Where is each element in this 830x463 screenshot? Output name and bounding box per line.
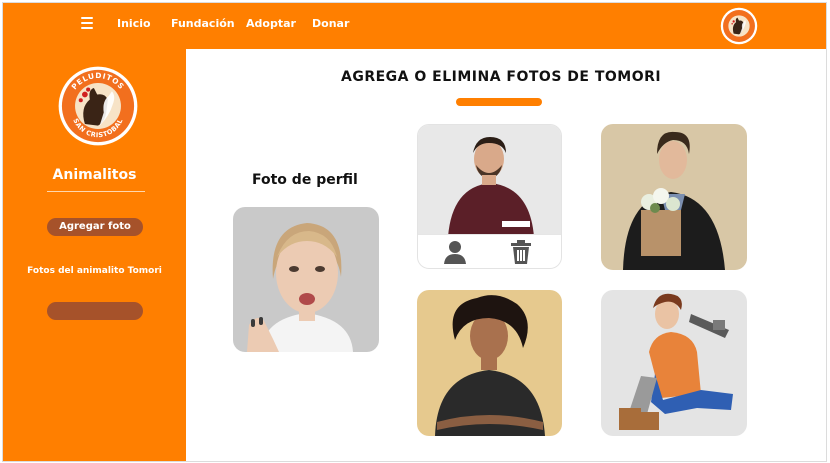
gallery-photo-1[interactable] — [417, 124, 562, 269]
brand-logo-small[interactable] — [720, 7, 758, 45]
sidebar-divider — [47, 191, 145, 192]
nav-link-inicio[interactable]: Inicio — [117, 17, 151, 30]
gallery-photo-2[interactable] — [601, 124, 747, 270]
title-underline — [456, 98, 542, 106]
app-frame: Inicio Fundación Adoptar Donar PELUDITOS… — [2, 2, 827, 462]
add-photo-button[interactable]: Agregar foto — [47, 218, 143, 236]
top-navbar: Inicio Fundación Adoptar Donar — [3, 3, 826, 49]
profile-photo[interactable] — [233, 207, 379, 352]
gallery-photo-4[interactable] — [601, 290, 747, 436]
user-icon[interactable] — [442, 239, 468, 265]
sidebar: PELUDITOS SAN CRISTOBAL Animalitos Agreg… — [3, 49, 186, 461]
nav-link-adoptar[interactable]: Adoptar — [246, 17, 296, 30]
sidebar-empty-button[interactable] — [47, 302, 143, 320]
nav-link-donar[interactable]: Donar — [312, 17, 349, 30]
profile-photo-label: Foto de perfil — [252, 172, 358, 188]
sidebar-link-fotos[interactable]: Fotos del animalito Tomori — [3, 266, 186, 276]
photo-action-bar — [418, 234, 561, 268]
trash-icon[interactable] — [508, 239, 534, 265]
nav-link-fundacion[interactable]: Fundación — [171, 17, 235, 30]
sidebar-title: Animalitos — [52, 167, 137, 183]
hamburger-menu-icon[interactable] — [81, 17, 93, 29]
gallery-photo-3[interactable] — [417, 290, 562, 436]
page-title: AGREGA O ELIMINA FOTOS DE TOMORI — [341, 69, 662, 85]
brand-logo[interactable]: PELUDITOS SAN CRISTOBAL — [57, 65, 139, 147]
